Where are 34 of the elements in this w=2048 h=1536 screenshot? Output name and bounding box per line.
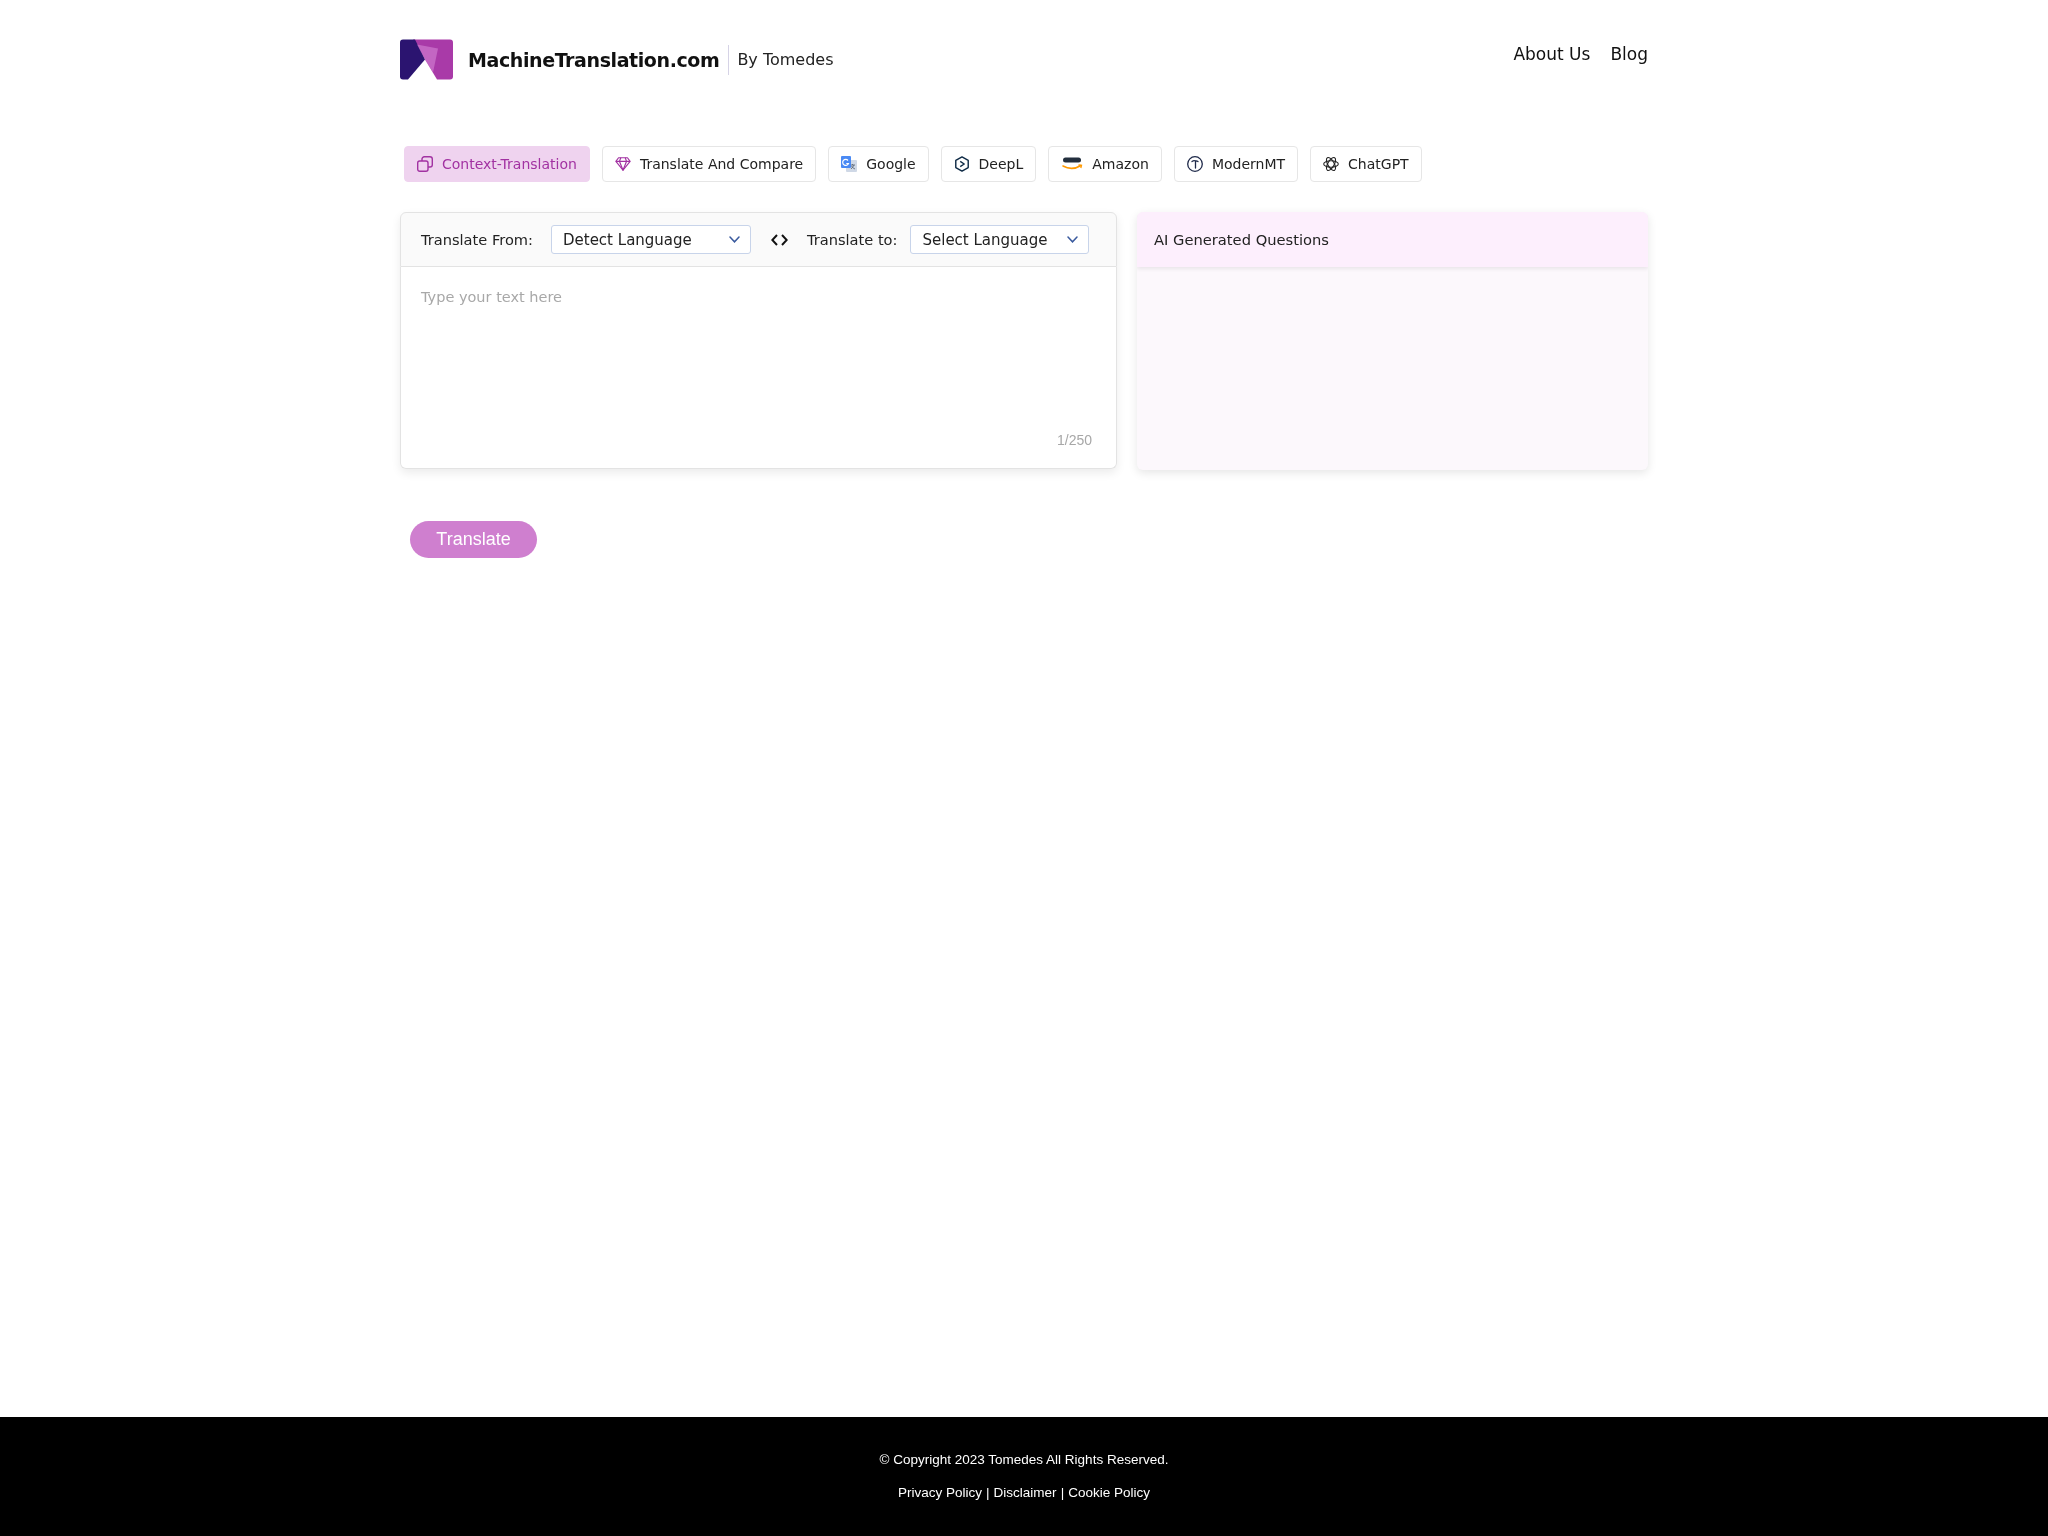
copy-icon	[417, 156, 433, 172]
hexagon-logo-icon	[953, 156, 970, 172]
from-label: Translate From:	[421, 230, 533, 249]
source-language-select[interactable]: Detect Language	[551, 225, 751, 254]
character-counter: 1/250	[1056, 432, 1092, 448]
copyright-text: © Copyright 2023 Tomedes All Rights Reserved.	[879, 1452, 1169, 1468]
translate-logo-icon	[841, 156, 858, 172]
footer-link[interactable]: Cookie Policy	[1068, 1485, 1150, 1501]
separator-text: |	[1060, 1485, 1065, 1501]
engine-tab[interactable]: ModernMT	[1173, 146, 1299, 182]
smile-arrow-logo-icon	[1061, 156, 1084, 172]
separator-text: |	[986, 1485, 990, 1501]
nav-link[interactable]: About Us	[1513, 44, 1591, 64]
byline-text: By Tomedes	[737, 50, 834, 69]
site-title[interactable]: MachineTranslation.com	[468, 48, 720, 71]
circled-t-icon	[1186, 156, 1203, 172]
panel-title: AI Generated Questions	[1154, 231, 1329, 248]
angle-brackets-icon[interactable]	[771, 233, 788, 246]
engine-tab[interactable]: Google	[828, 146, 929, 182]
nav-link[interactable]: Blog	[1610, 44, 1648, 64]
to-label: Translate to:	[807, 230, 898, 249]
logo-icon[interactable]	[400, 39, 453, 80]
engine-tab[interactable]: Amazon	[1048, 146, 1162, 182]
engine-tab[interactable]: Translate And Compare	[601, 146, 817, 182]
footer-link[interactable]: Disclaimer	[993, 1485, 1057, 1501]
engine-tab[interactable]: DeepL	[940, 146, 1037, 182]
atom-icon	[1323, 156, 1340, 172]
engine-tab[interactable]: Context-Translation	[404, 146, 590, 182]
chevron-down-icon	[1067, 236, 1079, 243]
target-language-select[interactable]: Select Language	[910, 225, 1090, 254]
gem-icon	[614, 156, 631, 172]
footer-link[interactable]: Privacy Policy	[898, 1485, 983, 1501]
engine-tab[interactable]: ChatGPT	[1310, 146, 1422, 182]
chevron-down-icon	[729, 236, 740, 243]
